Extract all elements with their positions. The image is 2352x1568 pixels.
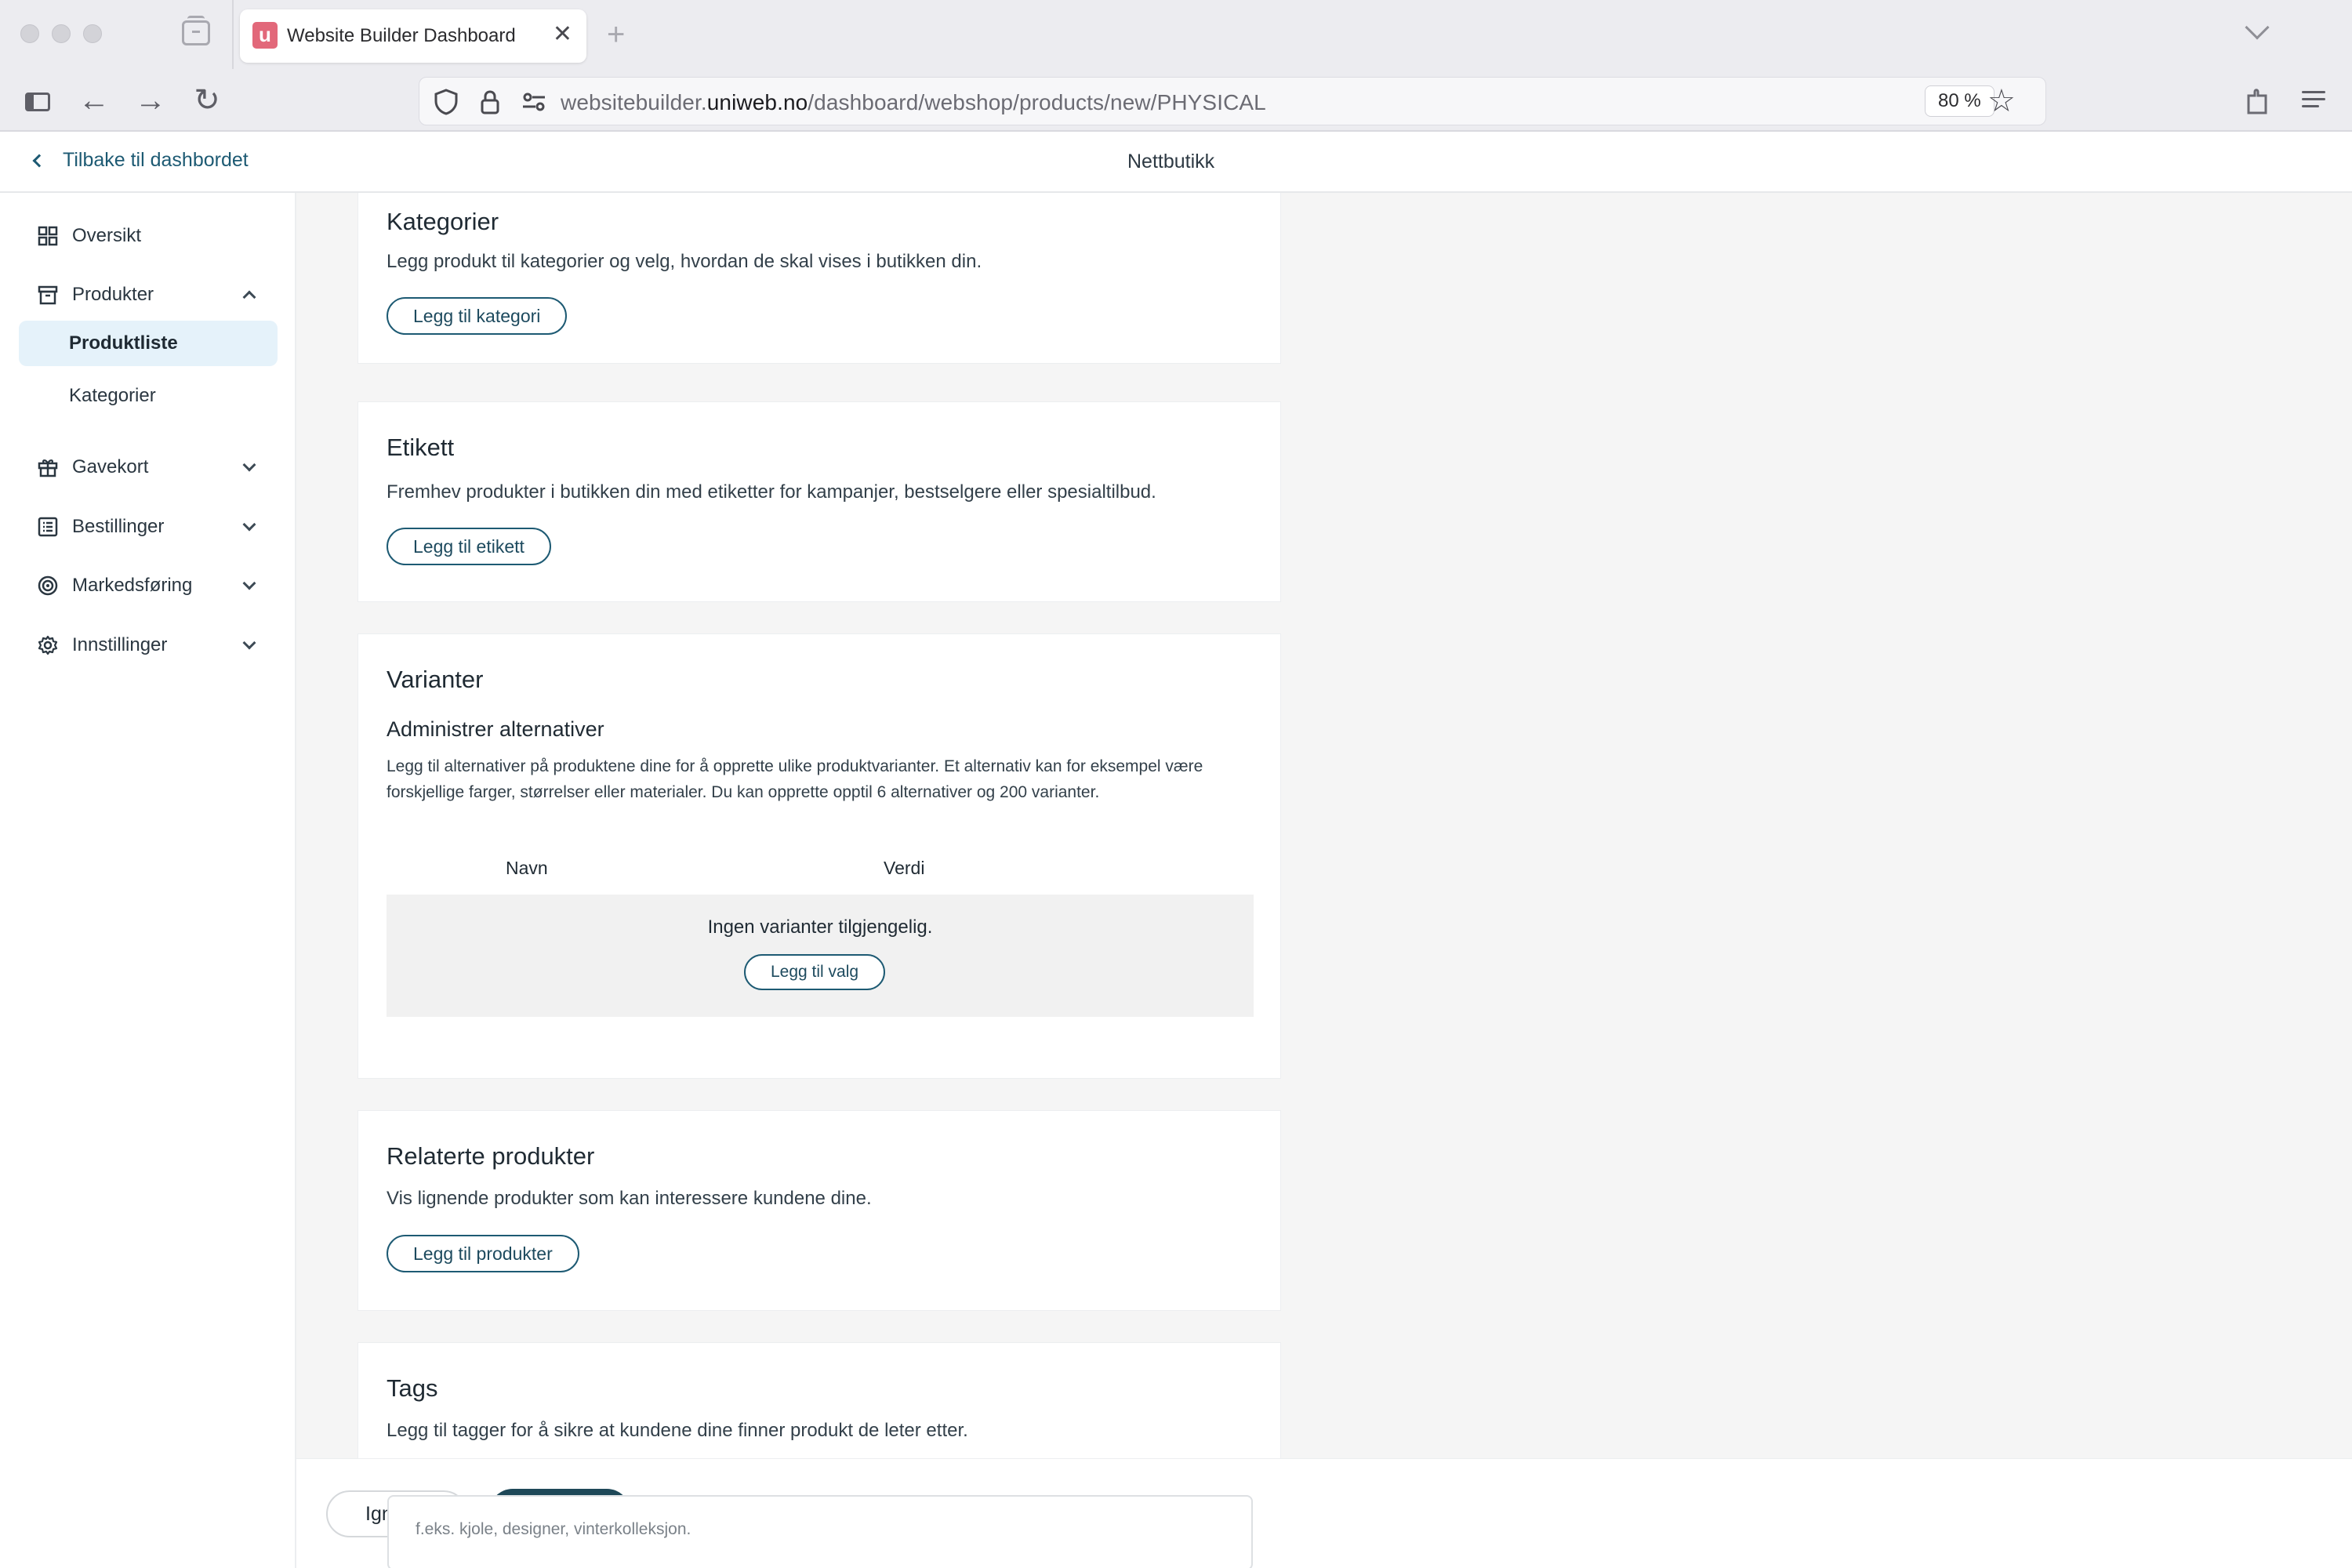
sidebar-item-label: Oversikt <box>72 225 142 246</box>
sidebar-item-label: Markedsføring <box>72 575 193 596</box>
back-to-dashboard-link[interactable]: Tilbake til dashbordet <box>30 149 249 172</box>
chevron-down-icon <box>242 576 256 590</box>
chevron-left-icon <box>32 154 46 167</box>
label-description: Fremhev produkter i butikken din med eti… <box>387 481 1156 503</box>
new-tab-plus-icon[interactable]: + <box>607 16 625 53</box>
tags-card: Tags Legg til tagger for å sikre at kund… <box>358 1342 1281 1458</box>
chevron-up-icon <box>242 290 256 304</box>
empty-state-text: Ingen varianter tilgjengelig. <box>707 916 933 938</box>
tags-title: Tags <box>387 1374 438 1402</box>
add-products-button[interactable]: Legg til produkter <box>387 1235 579 1272</box>
sidebar-item-label: Bestillinger <box>72 516 165 537</box>
add-category-button[interactable]: Legg til kategori <box>387 297 568 335</box>
tab-title: Website Builder Dashboard <box>287 25 516 46</box>
add-option-button[interactable]: Legg til valg <box>744 954 886 990</box>
categories-card: Kategorier Legg produkt til kategorier o… <box>358 193 1281 364</box>
minimize-window-button[interactable] <box>52 24 71 43</box>
variants-title: Varianter <box>387 666 484 693</box>
navigation-toolbar: ← → ↻ websitebuilder.uniweb.no/dashboard… <box>0 69 2352 132</box>
gear-icon <box>38 635 58 655</box>
app-header: Tilbake til dashbordet Nettbutikk <box>0 132 2352 193</box>
page-title: Nettbutikk <box>1127 151 1215 172</box>
shield-icon[interactable] <box>432 88 460 116</box>
column-value-header: Verdi <box>884 858 925 878</box>
sidebar-item-label: Produkter <box>72 284 154 305</box>
url-text: websitebuilder.uniweb.no/dashboard/websh… <box>561 90 1266 115</box>
tags-input[interactable]: f.eks. kjole, designer, vinterkolleksjon… <box>387 1495 1253 1568</box>
variants-description: Legg til alternativer på produktene dine… <box>387 757 1203 801</box>
forward-arrow-icon[interactable]: → <box>132 82 169 119</box>
zoom-level-badge[interactable]: 80 % <box>1925 85 1994 117</box>
sidebar-item-innstillinger[interactable]: Innstillinger <box>19 622 278 668</box>
archive-box-icon <box>38 285 58 305</box>
manage-options-subtitle: Administrer alternativer <box>387 717 604 741</box>
add-label-button[interactable]: Legg til etikett <box>387 528 551 565</box>
back-arrow-icon[interactable]: ← <box>75 82 113 119</box>
address-bar[interactable]: websitebuilder.uniweb.no/dashboard/websh… <box>419 77 2046 125</box>
footer-action-bar: Ignorer f.eks. kjole, designer, vinterko… <box>296 1458 2352 1568</box>
grid-icon <box>38 226 58 246</box>
back-link-label: Tilbake til dashbordet <box>63 149 249 171</box>
main-content: Kategorier Legg produkt til kategorier o… <box>296 193 2352 1458</box>
browser-chrome: u Website Builder Dashboard ✕ + ← → ↻ we… <box>0 0 2352 132</box>
column-name-header: Navn <box>506 858 548 878</box>
chevron-down-icon <box>242 458 256 472</box>
related-products-card: Relaterte produkter Vis lignende produkt… <box>358 1110 1281 1311</box>
related-products-title: Relaterte produkter <box>387 1142 595 1170</box>
variants-card: Varianter Administrer alternativer Legg … <box>358 633 1281 1079</box>
uniweb-favicon-icon: u <box>252 22 278 49</box>
tabstrip-divider <box>232 0 234 69</box>
zoom-window-button[interactable] <box>83 24 102 43</box>
url-host: uniweb.no <box>706 90 808 114</box>
gift-icon <box>38 459 58 477</box>
tab-strip: u Website Builder Dashboard ✕ + <box>0 0 2352 69</box>
categories-title: Kategorier <box>387 208 499 235</box>
sidebar-item-gavekort[interactable]: Gavekort <box>19 445 278 490</box>
reload-icon[interactable]: ↻ <box>188 82 226 119</box>
url-prefix: websitebuilder. <box>561 90 707 114</box>
url-path: /dashboard/webshop/products/new/PHYSICAL <box>808 90 1266 114</box>
sidebar-item-produkter[interactable]: Produkter <box>19 272 278 318</box>
target-icon <box>38 575 58 596</box>
hamburger-menu-icon[interactable] <box>2302 86 2328 113</box>
lock-icon[interactable] <box>476 88 504 116</box>
tab-close-icon[interactable]: ✕ <box>553 20 572 49</box>
sidebar-item-label: Innstillinger <box>72 634 168 655</box>
sidebar-item-bestillinger[interactable]: Bestillinger <box>19 504 278 550</box>
variants-empty-state: Ingen varianter tilgjengelig. Legg til v… <box>387 895 1254 1017</box>
chevron-down-icon <box>242 636 256 650</box>
label-card: Etikett Fremhev produkter i butikken din… <box>358 401 1281 602</box>
label-title: Etikett <box>387 434 455 461</box>
sidebar-item-kategorier[interactable]: Kategorier <box>19 373 278 419</box>
extensions-puzzle-icon[interactable] <box>2244 85 2272 116</box>
sidebar-item-markedsforing[interactable]: Markedsføring <box>19 563 278 608</box>
categories-description: Legg produkt til kategorier og velg, hvo… <box>387 251 982 272</box>
sidebar-item-label: Gavekort <box>72 456 149 477</box>
list-icon <box>38 517 58 537</box>
chevron-down-icon[interactable] <box>2245 15 2270 40</box>
tab-groups-icon[interactable] <box>182 16 210 45</box>
permissions-icon[interactable] <box>520 88 548 116</box>
chevron-down-icon <box>242 517 256 532</box>
tags-description: Legg til tagger for å sikre at kundene d… <box>387 1420 968 1441</box>
related-products-description: Vis lignende produkter som kan interesse… <box>387 1188 872 1209</box>
close-window-button[interactable] <box>20 24 39 43</box>
sidebar-toggle-icon[interactable] <box>20 82 58 119</box>
sidebar: Oversikt Produkter Produktliste Kategori… <box>0 193 296 1568</box>
sidebar-item-produktliste[interactable]: Produktliste <box>19 321 278 366</box>
bookmark-star-icon[interactable]: ☆ <box>1987 84 2016 118</box>
sidebar-item-oversikt[interactable]: Oversikt <box>19 213 278 259</box>
tab-website-builder[interactable]: u Website Builder Dashboard ✕ <box>240 9 586 63</box>
